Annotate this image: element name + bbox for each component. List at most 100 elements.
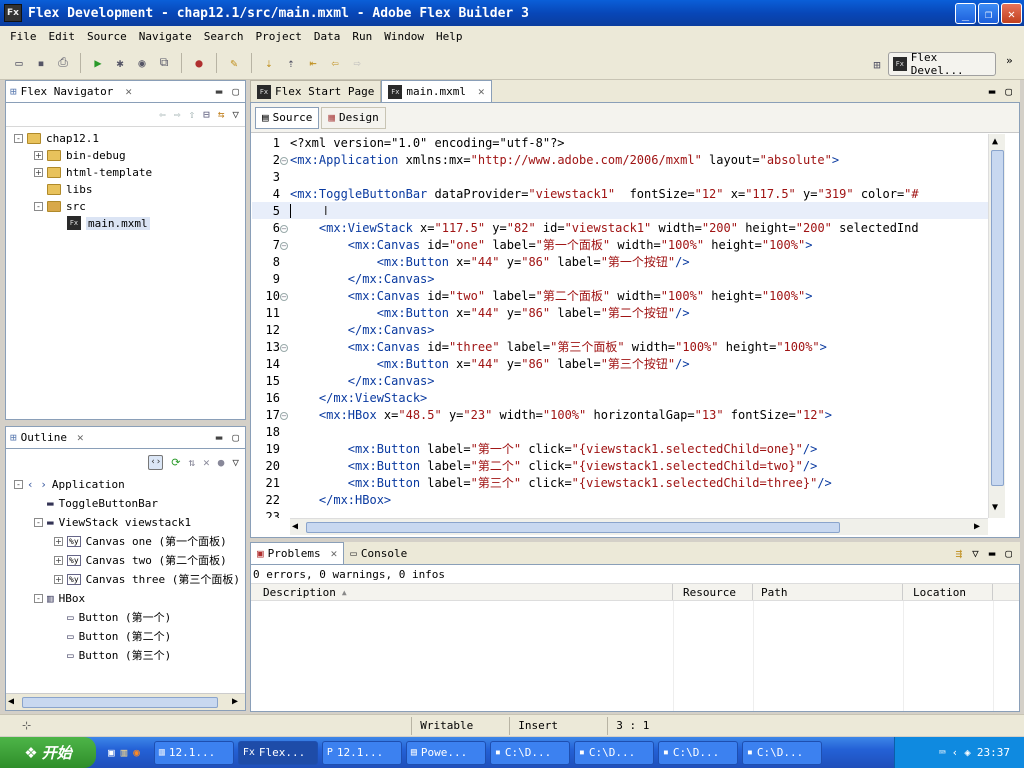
- show-desktop-icon[interactable]: ▣: [108, 746, 115, 759]
- scroll-left-icon[interactable]: ◀: [292, 521, 298, 532]
- collapse-icon[interactable]: -: [34, 593, 43, 603]
- fold-toggle-icon[interactable]: −: [280, 242, 288, 250]
- tree-item[interactable]: + %y Canvas three (第三个面板): [54, 570, 240, 588]
- save-icon[interactable]: ▪: [32, 54, 50, 72]
- scroll-right-icon[interactable]: ▶: [232, 696, 238, 707]
- minimize-icon[interactable]: ▬: [216, 431, 223, 444]
- taskbar-button[interactable]: ▤ Powe...: [405, 740, 486, 765]
- fast-view-icon[interactable]: ⊹: [22, 719, 31, 732]
- tab-console[interactable]: ▭ Console: [344, 542, 414, 564]
- fold-toggle-icon[interactable]: −: [280, 412, 288, 420]
- debug-icon[interactable]: ✱: [111, 54, 129, 72]
- scroll-thumb[interactable]: [991, 150, 1004, 486]
- print-icon[interactable]: ⎙: [54, 54, 72, 72]
- close-icon[interactable]: ✕: [125, 85, 132, 98]
- fold-toggle-icon[interactable]: −: [280, 293, 288, 301]
- refresh-icon[interactable]: ⟳: [171, 456, 180, 469]
- hide-fields-icon[interactable]: ✕: [203, 456, 210, 469]
- expand-icon[interactable]: +: [54, 555, 63, 565]
- tree-item[interactable]: + html-template: [34, 163, 152, 181]
- chevron-more-icon[interactable]: »: [1006, 54, 1013, 67]
- fold-toggle-icon[interactable]: −: [280, 344, 288, 352]
- view-menu-icon[interactable]: ▽: [232, 108, 239, 121]
- tree-item[interactable]: + %y Canvas two (第二个面板): [54, 551, 227, 569]
- code-line[interactable]: 9 </mx:Canvas>: [252, 271, 988, 288]
- close-icon[interactable]: ✕: [331, 547, 338, 560]
- tree-item[interactable]: ▭ Button (第三个): [54, 646, 171, 664]
- maximize-icon[interactable]: ▢: [1005, 547, 1012, 560]
- code-line[interactable]: 21 <mx:Button label="第三个" click="{viewst…: [252, 475, 988, 492]
- collapse-icon[interactable]: -: [34, 517, 43, 527]
- design-mode-button[interactable]: ▦ Design: [321, 106, 386, 129]
- editor-hscrollbar[interactable]: ◀ ▶: [290, 518, 988, 535]
- filter-icon[interactable]: ⇶: [956, 547, 963, 560]
- prev-annotation-icon[interactable]: ⇡: [282, 54, 300, 72]
- fold-toggle-icon[interactable]: −: [280, 225, 288, 233]
- explorer-quicklaunch-icon[interactable]: ▥: [121, 746, 128, 759]
- menu-window[interactable]: Window: [378, 30, 430, 43]
- taskbar-button[interactable]: ▪ C:\D...: [489, 740, 570, 765]
- code-line[interactable]: 16 </mx:ViewStack>: [252, 390, 988, 407]
- expand-icon[interactable]: +: [34, 150, 43, 160]
- navigator-tab[interactable]: ⊞ Flex Navigator ✕ ▬ ▢: [5, 80, 246, 102]
- menu-help[interactable]: Help: [430, 30, 469, 43]
- perspective-switcher[interactable]: Fx Flex Devel...: [888, 51, 996, 77]
- taskbar-button[interactable]: ▪ C:\D...: [573, 740, 654, 765]
- code-line[interactable]: 22 </mx:HBox>: [252, 492, 988, 509]
- forward-icon[interactable]: ⇨: [348, 54, 366, 72]
- column-path[interactable]: Path: [753, 584, 903, 600]
- outline-tab[interactable]: ⊞ Outline ✕ ▬ ▢: [5, 426, 246, 448]
- menu-data[interactable]: Data: [308, 30, 347, 43]
- column-description[interactable]: Description ▲: [251, 584, 673, 600]
- tree-item[interactable]: - ‹ › Application: [14, 475, 125, 493]
- taskbar-button[interactable]: P 12.1...: [321, 740, 402, 765]
- collapse-icon[interactable]: -: [14, 133, 23, 143]
- code-line[interactable]: 13− <mx:Canvas id="three" label="第三个面板" …: [252, 339, 988, 356]
- expand-icon[interactable]: +: [34, 167, 43, 177]
- code-line[interactable]: 18: [252, 424, 988, 441]
- taskbar-button[interactable]: Fx Flex...: [237, 740, 318, 765]
- tree-item[interactable]: - src: [34, 197, 86, 215]
- open-perspective-icon[interactable]: ⊞: [868, 56, 886, 74]
- code-line[interactable]: 19 <mx:Button label="第一个" click="{viewst…: [252, 441, 988, 458]
- maximize-icon[interactable]: ▢: [1005, 85, 1012, 98]
- taskbar-button[interactable]: ▪ C:\D...: [741, 740, 822, 765]
- tree-item[interactable]: - ▬ ViewStack viewstack1: [34, 513, 191, 531]
- tree-item[interactable]: libs: [34, 180, 93, 198]
- tab-main-mxml[interactable]: Fx main.mxml ✕: [381, 80, 492, 102]
- code-line[interactable]: 17− <mx:HBox x="48.5" y="23" width="100%…: [252, 407, 988, 424]
- last-edit-icon[interactable]: ⇤: [304, 54, 322, 72]
- code-line[interactable]: 4 <mx:ToggleButtonBar dataProvider="views…: [252, 186, 988, 203]
- menu-project[interactable]: Project: [249, 30, 307, 43]
- fold-toggle-icon[interactable]: −: [280, 157, 288, 165]
- pencil-icon[interactable]: ✎: [225, 54, 243, 72]
- forward-icon[interactable]: ⇨: [174, 108, 181, 121]
- up-icon[interactable]: ⇧: [189, 108, 196, 121]
- tree-item[interactable]: ▭ Button (第一个): [54, 608, 171, 626]
- network-icon[interactable]: ◈: [964, 746, 971, 759]
- tree-item[interactable]: + bin-debug: [34, 146, 126, 164]
- minimize-icon[interactable]: ▬: [989, 547, 996, 560]
- hide-nonpublic-icon[interactable]: ●: [218, 456, 225, 469]
- column-resource[interactable]: Resource: [673, 584, 753, 600]
- link-editor-icon[interactable]: ⇆: [218, 108, 225, 121]
- keyboard-icon[interactable]: ⌨: [939, 746, 946, 759]
- scroll-up-icon[interactable]: ▲: [992, 136, 998, 147]
- maximize-icon[interactable]: ▢: [232, 85, 239, 98]
- view-menu-icon[interactable]: ▽: [972, 547, 979, 560]
- run-icon[interactable]: ▶: [89, 54, 107, 72]
- next-annotation-icon[interactable]: ⇣: [260, 54, 278, 72]
- maximize-button[interactable]: ❐: [978, 3, 999, 24]
- menu-file[interactable]: File: [4, 30, 43, 43]
- code-line[interactable]: 3: [252, 169, 988, 186]
- code-line[interactable]: 15 </mx:Canvas>: [252, 373, 988, 390]
- code-line[interactable]: 5: [252, 203, 988, 220]
- source-view-icon[interactable]: ‹›: [148, 454, 164, 470]
- sort-icon[interactable]: ⇅: [189, 456, 196, 469]
- expand-icon[interactable]: +: [54, 536, 63, 546]
- external-tools-icon[interactable]: ●: [190, 54, 208, 72]
- editor-vscrollbar[interactable]: ▲ ▼: [988, 134, 1005, 518]
- code-line[interactable]: 10− <mx:Canvas id="two" label="第二个面板" wi…: [252, 288, 988, 305]
- back-icon[interactable]: ⇦: [326, 54, 344, 72]
- code-line[interactable]: 8 <mx:Button x="44" y="86" label="第一个按钮"…: [252, 254, 988, 271]
